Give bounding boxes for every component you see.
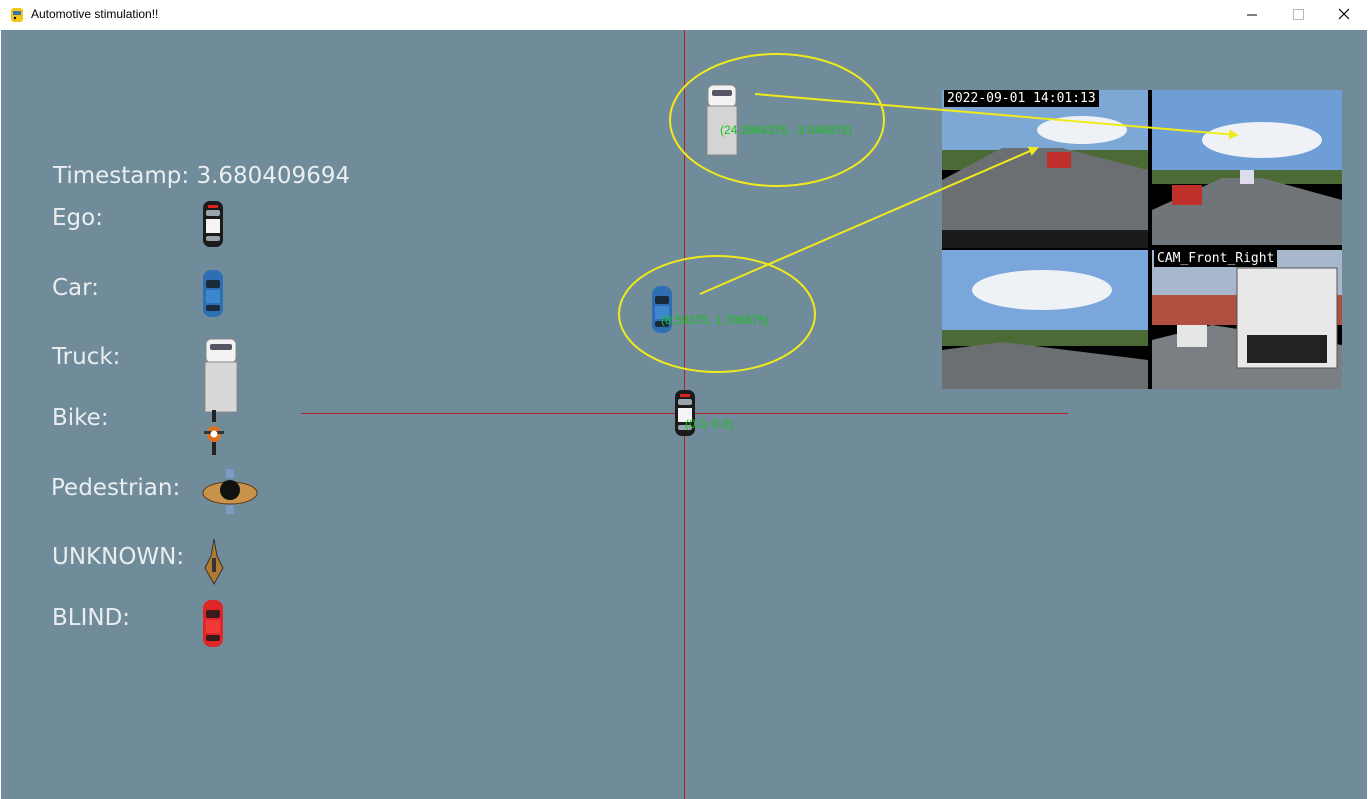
close-icon	[1338, 8, 1350, 20]
minimize-icon	[1247, 14, 1257, 16]
window-titlebar: Automotive stimulation!!	[0, 0, 1368, 30]
simulation-canvas: Timestamp: 3.680409694 Ego: Car: Truck: …	[1, 30, 1367, 799]
car-link-arrow	[699, 146, 1039, 295]
annotation-layer	[618, 53, 1239, 373]
window-title: Automotive stimulation!!	[31, 7, 159, 21]
car-highlight-ellipse	[618, 255, 816, 373]
python-app-icon	[11, 8, 23, 22]
maximize-button[interactable]	[1275, 0, 1321, 30]
truck-highlight-ellipse	[669, 53, 885, 187]
close-button[interactable]	[1321, 0, 1367, 30]
minimize-button[interactable]	[1229, 0, 1275, 30]
truck-link-arrow	[754, 93, 1239, 140]
maximize-icon	[1293, 9, 1304, 20]
